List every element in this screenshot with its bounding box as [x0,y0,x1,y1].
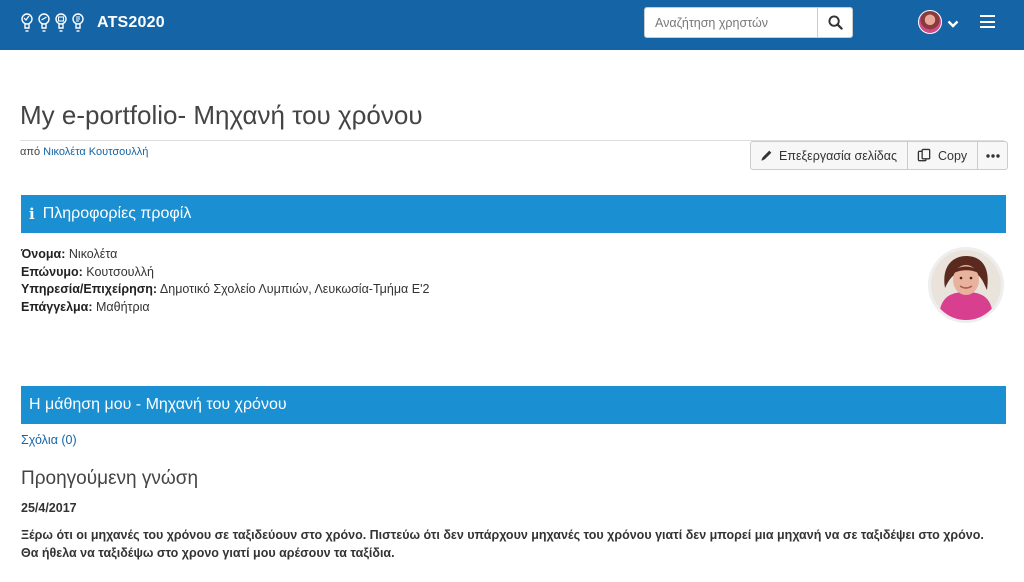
profile-field: Υπηρεσία/Επιχείρηση: Δημοτικό Σχολείο Λυ… [21,281,429,299]
field-label: Όνομα: [21,247,66,261]
brand-name[interactable]: ATS2020 [97,14,165,32]
copy-button[interactable]: Copy [908,141,978,170]
learning-section-title: Η μάθηση μου - Μηχανή του χρόνου [29,396,287,413]
author-line: από Νικολέτα Κουτσουλλή [20,146,148,158]
search-icon [827,15,843,30]
hamburger-menu-icon[interactable] [980,15,995,28]
menu-bar [980,26,995,28]
edit-page-button[interactable]: Επεξεργασία σελίδας [750,141,908,170]
profile-info-header: i Πληροφορίες προφίλ [21,195,1006,233]
ellipsis-icon [985,153,1000,158]
field-value: Νικολέτα [68,247,118,261]
copy-icon [917,148,932,163]
profile-picture [928,247,1004,323]
pencil-icon [760,149,773,162]
entry-text: Ξέρω ότι οι μηχανές του χρόνου σε ταξιδε… [21,528,984,560]
top-navbar: ATS2020 [0,0,1024,50]
search-input[interactable] [644,7,817,38]
menu-bar [980,15,995,17]
info-icon: i [29,205,35,223]
profile-field: Επάγγελμα: Μαθήτρια [21,299,429,317]
field-label: Υπηρεσία/Επιχείρηση: [21,282,158,296]
page-title: My e-portfolio- Μηχανή του χρόνου [20,100,423,130]
chevron-down-icon[interactable] [947,16,959,34]
profile-field: Όνομα: Νικολέτα [21,246,429,264]
more-options-button[interactable] [978,141,1008,170]
profile-field: Επώνυμο: Κουτσουλλή [21,264,429,282]
copy-label: Copy [938,148,968,163]
section-subheading: Προηγούμενη γνώση [21,468,199,489]
edit-page-label: Επεξεργασία σελίδας [779,148,898,163]
profile-section-title: Πληροφορίες προφίλ [42,205,192,222]
field-value: Μαθήτρια [96,299,150,314]
menu-bar [980,20,995,23]
comments-link[interactable]: Σχόλια (0) [21,433,77,447]
author-prefix: από [20,146,41,158]
lightbulb-logo-icon[interactable] [20,10,88,40]
author-link[interactable]: Νικολέτα Κουτσουλλή [43,146,148,158]
field-label: Επάγγελμα: [21,299,93,314]
page-actions: Επεξεργασία σελίδας Copy [750,141,1008,170]
field-label: Επώνυμο: [21,264,83,279]
avatar[interactable] [918,10,942,34]
profile-details: Όνομα: Νικολέτα Επώνυμο: Κουτσουλλή Υπηρ… [21,246,429,316]
field-value: Δημοτικό Σχολείο Λυμπιών, Λευκωσία-Τμήμα… [159,282,430,296]
learning-section-header: Η μάθηση μου - Μηχανή του χρόνου [21,386,1006,424]
entry-date: 25/4/2017 [21,501,77,515]
field-value: Κουτσουλλή [86,264,154,279]
user-search [644,7,853,38]
search-button[interactable] [817,7,853,38]
